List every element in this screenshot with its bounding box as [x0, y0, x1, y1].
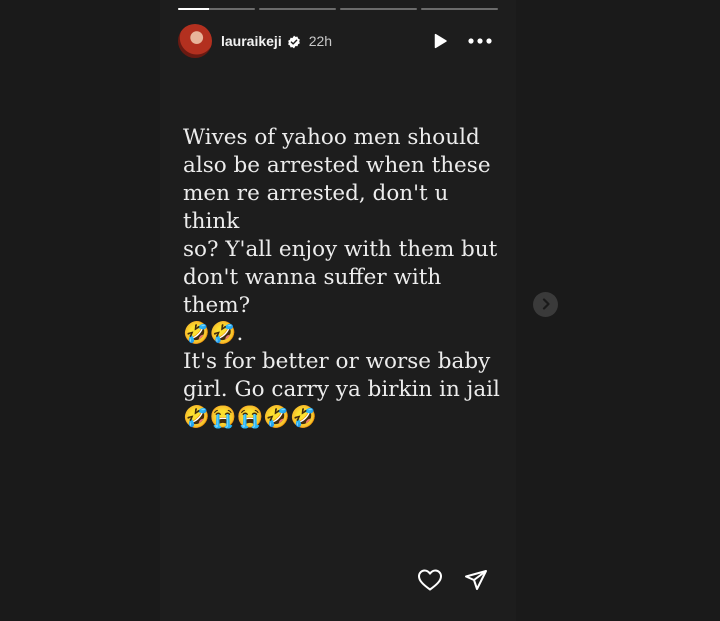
story-header: lauraikeji 22h — [178, 22, 498, 60]
story-text: Wives of yahoo men should also be arrest… — [183, 125, 500, 430]
avatar[interactable] — [178, 24, 212, 58]
progress-segment — [178, 8, 255, 10]
story-actions — [416, 566, 490, 594]
progress-segment — [340, 8, 417, 10]
progress-fill — [178, 8, 209, 10]
username[interactable]: lauraikeji — [221, 33, 282, 49]
story-progress-bar — [178, 8, 498, 10]
story-timestamp: 22h — [308, 33, 333, 49]
progress-segment — [259, 8, 336, 10]
chevron-right-icon — [541, 295, 551, 314]
verified-badge-icon — [287, 34, 301, 49]
progress-segment — [421, 8, 498, 10]
play-icon[interactable] — [428, 29, 452, 53]
story-viewer: lauraikeji 22h Wives of yahoo men should… — [160, 0, 516, 621]
more-options-icon[interactable] — [466, 29, 494, 53]
paper-plane-icon[interactable] — [462, 566, 490, 594]
heart-icon[interactable] — [416, 566, 444, 594]
next-story-button[interactable] — [533, 292, 558, 317]
